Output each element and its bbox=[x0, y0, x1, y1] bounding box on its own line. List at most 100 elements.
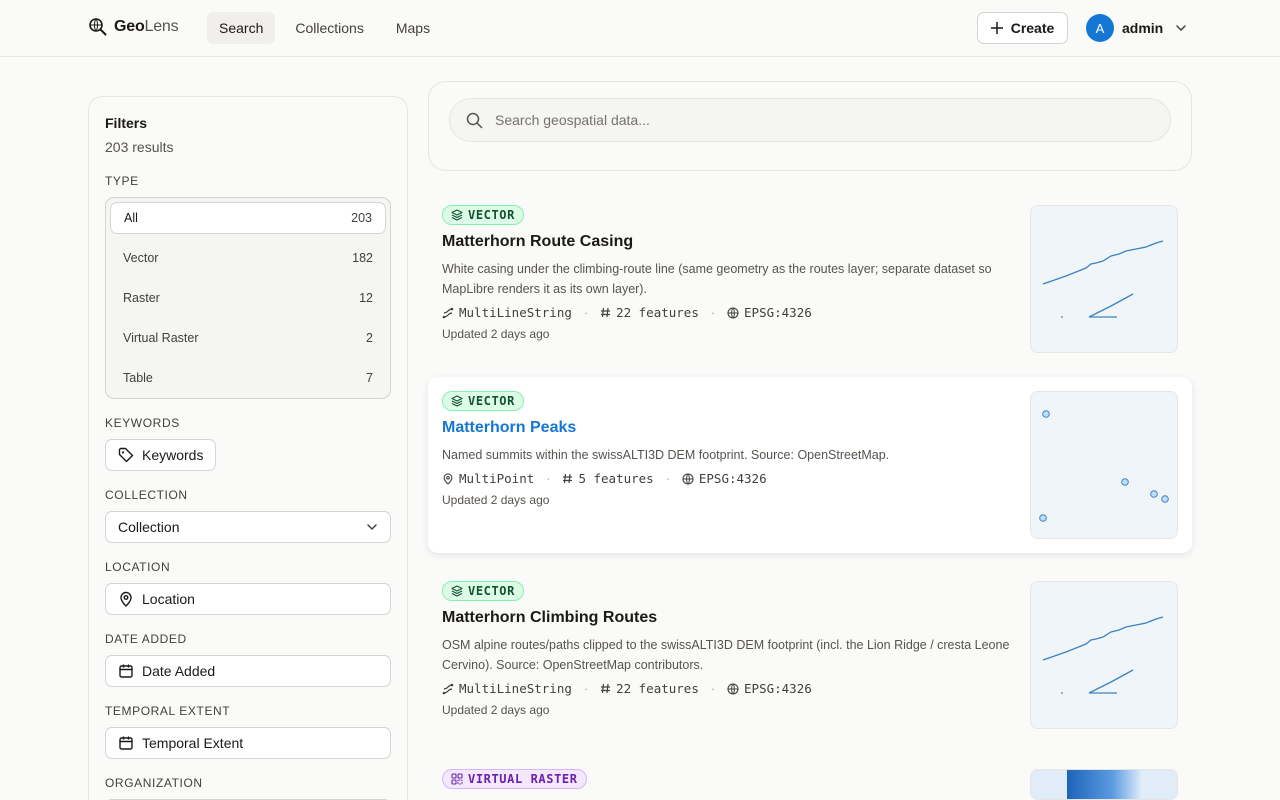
globe-icon bbox=[727, 306, 739, 319]
location-button[interactable]: Location bbox=[105, 583, 391, 615]
search-box[interactable] bbox=[449, 98, 1171, 142]
type-option-count: 182 bbox=[352, 251, 373, 265]
temporal-extent-button[interactable]: Temporal Extent bbox=[105, 727, 391, 759]
feature-count: 5 features bbox=[578, 471, 654, 486]
organization-label: ORGANIZATION bbox=[105, 776, 203, 790]
type-option-label: Virtual Raster bbox=[123, 331, 199, 345]
result-card[interactable]: VECTOR Matterhorn Climbing Routes OSM al… bbox=[428, 567, 1192, 743]
virtual-raster-badge: VIRTUAL RASTER bbox=[442, 769, 587, 789]
date-added-button[interactable]: Date Added bbox=[105, 655, 391, 687]
grid-icon bbox=[451, 773, 463, 785]
collection-label: COLLECTION bbox=[105, 488, 188, 502]
filters-panel: Filters 203 results TYPE All 203 Vector … bbox=[88, 96, 408, 800]
raster-preview bbox=[1067, 770, 1143, 799]
geometry-type: MultiLineString bbox=[459, 681, 572, 696]
layers-icon bbox=[451, 395, 463, 407]
result-meta: MultiPoint · 5 features · EPSG:4326 bbox=[442, 471, 767, 486]
search-globe-icon bbox=[89, 18, 107, 36]
feature-count: 22 features bbox=[616, 681, 699, 696]
location-button-label: Location bbox=[142, 591, 195, 607]
nav-maps[interactable]: Maps bbox=[384, 12, 442, 44]
map-pin-icon bbox=[443, 472, 453, 485]
result-card[interactable]: VIRTUAL RASTER bbox=[428, 755, 1192, 800]
logo-bold: Geo bbox=[114, 18, 145, 35]
globe-icon bbox=[727, 682, 739, 695]
separator-dot: · bbox=[546, 471, 551, 486]
type-option-virtual-raster[interactable]: Virtual Raster 2 bbox=[110, 322, 386, 354]
result-title[interactable]: Matterhorn Route Casing bbox=[442, 233, 633, 251]
plus-icon bbox=[990, 22, 1003, 34]
nav-search[interactable]: Search bbox=[207, 12, 276, 44]
type-option-table[interactable]: Table 7 bbox=[110, 362, 386, 394]
results-count: 203 results bbox=[105, 139, 174, 155]
lines-preview bbox=[1042, 240, 1164, 318]
separator-dot: · bbox=[583, 681, 589, 696]
username: admin bbox=[1122, 20, 1164, 36]
result-title[interactable]: Matterhorn Climbing Routes bbox=[442, 609, 657, 627]
result-description: OSM alpine routes/paths clipped to the s… bbox=[442, 638, 1010, 672]
type-option-label: Raster bbox=[123, 291, 160, 305]
crs: EPSG:4326 bbox=[744, 681, 812, 696]
hash-icon bbox=[601, 307, 611, 318]
result-card[interactable]: VECTOR Matterhorn Route Casing White cas… bbox=[428, 191, 1192, 367]
result-meta: MultiLineString · 22 features · EPSG:432… bbox=[442, 681, 812, 696]
search-icon bbox=[466, 112, 483, 128]
type-option-count: 2 bbox=[366, 331, 373, 345]
result-thumbnail[interactable] bbox=[1030, 581, 1178, 729]
layers-icon bbox=[451, 585, 463, 597]
search-panel bbox=[428, 81, 1192, 171]
top-bar: GeoLens Search Collections Maps Create A… bbox=[0, 0, 1280, 57]
globe-icon bbox=[682, 472, 694, 485]
badge-label: VIRTUAL RASTER bbox=[468, 772, 578, 786]
badge-label: VECTOR bbox=[468, 208, 515, 222]
logo[interactable]: GeoLens bbox=[88, 17, 179, 37]
hash-icon bbox=[601, 683, 611, 694]
result-description: White casing under the climbing-route li… bbox=[442, 262, 992, 296]
type-option-raster[interactable]: Raster 12 bbox=[110, 282, 386, 314]
nav-collections[interactable]: Collections bbox=[283, 12, 375, 44]
chevron-down-icon bbox=[367, 524, 377, 530]
type-filter: All 203 Vector 182 Raster 12 Virtual Ras… bbox=[105, 197, 391, 399]
crs: EPSG:4326 bbox=[744, 305, 812, 320]
result-title[interactable]: Matterhorn Peaks bbox=[442, 419, 576, 437]
type-option-all[interactable]: All 203 bbox=[110, 202, 386, 234]
filters-title: Filters bbox=[105, 115, 148, 131]
create-label: Create bbox=[1010, 20, 1055, 36]
geometry-type: MultiPoint bbox=[459, 471, 535, 486]
updated-time: Updated 2 days ago bbox=[442, 493, 550, 507]
result-thumbnail[interactable] bbox=[1030, 769, 1178, 800]
type-option-count: 203 bbox=[351, 211, 372, 225]
geometry-type: MultiLineString bbox=[459, 305, 572, 320]
result-description: Named summits within the swissALTI3D DEM… bbox=[442, 448, 890, 462]
type-option-count: 12 bbox=[359, 291, 373, 305]
type-option-label: Table bbox=[123, 371, 153, 385]
calendar-icon bbox=[119, 736, 133, 750]
vector-badge: VECTOR bbox=[442, 205, 524, 225]
vector-badge: VECTOR bbox=[442, 391, 524, 411]
badge-label: VECTOR bbox=[468, 394, 515, 408]
collection-select[interactable]: Collection bbox=[105, 511, 391, 543]
user-menu[interactable]: A admin bbox=[1086, 14, 1187, 42]
main-nav: Search Collections Maps bbox=[207, 12, 442, 44]
layers-icon bbox=[451, 209, 463, 221]
hash-icon bbox=[563, 473, 573, 484]
type-label: TYPE bbox=[105, 174, 139, 188]
feature-count: 22 features bbox=[616, 305, 699, 320]
keywords-button[interactable]: Keywords bbox=[105, 439, 217, 471]
keywords-label: KEYWORDS bbox=[105, 416, 180, 430]
result-thumbnail[interactable] bbox=[1030, 205, 1178, 353]
logo-light: Lens bbox=[144, 18, 179, 35]
search-input[interactable] bbox=[495, 112, 1095, 128]
separator-dot: · bbox=[710, 305, 716, 320]
keywords-button-label: Keywords bbox=[142, 447, 204, 463]
calendar-icon bbox=[119, 664, 133, 678]
crs: EPSG:4326 bbox=[698, 471, 767, 486]
date-added-button-label: Date Added bbox=[142, 663, 216, 679]
avatar: A bbox=[1086, 14, 1114, 42]
create-button[interactable]: Create bbox=[977, 12, 1068, 44]
result-card[interactable]: VECTOR Matterhorn Peaks Named summits wi… bbox=[428, 377, 1192, 553]
type-option-vector[interactable]: Vector 182 bbox=[110, 242, 386, 274]
result-thumbnail[interactable] bbox=[1030, 391, 1178, 539]
location-label: LOCATION bbox=[105, 560, 171, 574]
vector-badge: VECTOR bbox=[442, 581, 524, 601]
